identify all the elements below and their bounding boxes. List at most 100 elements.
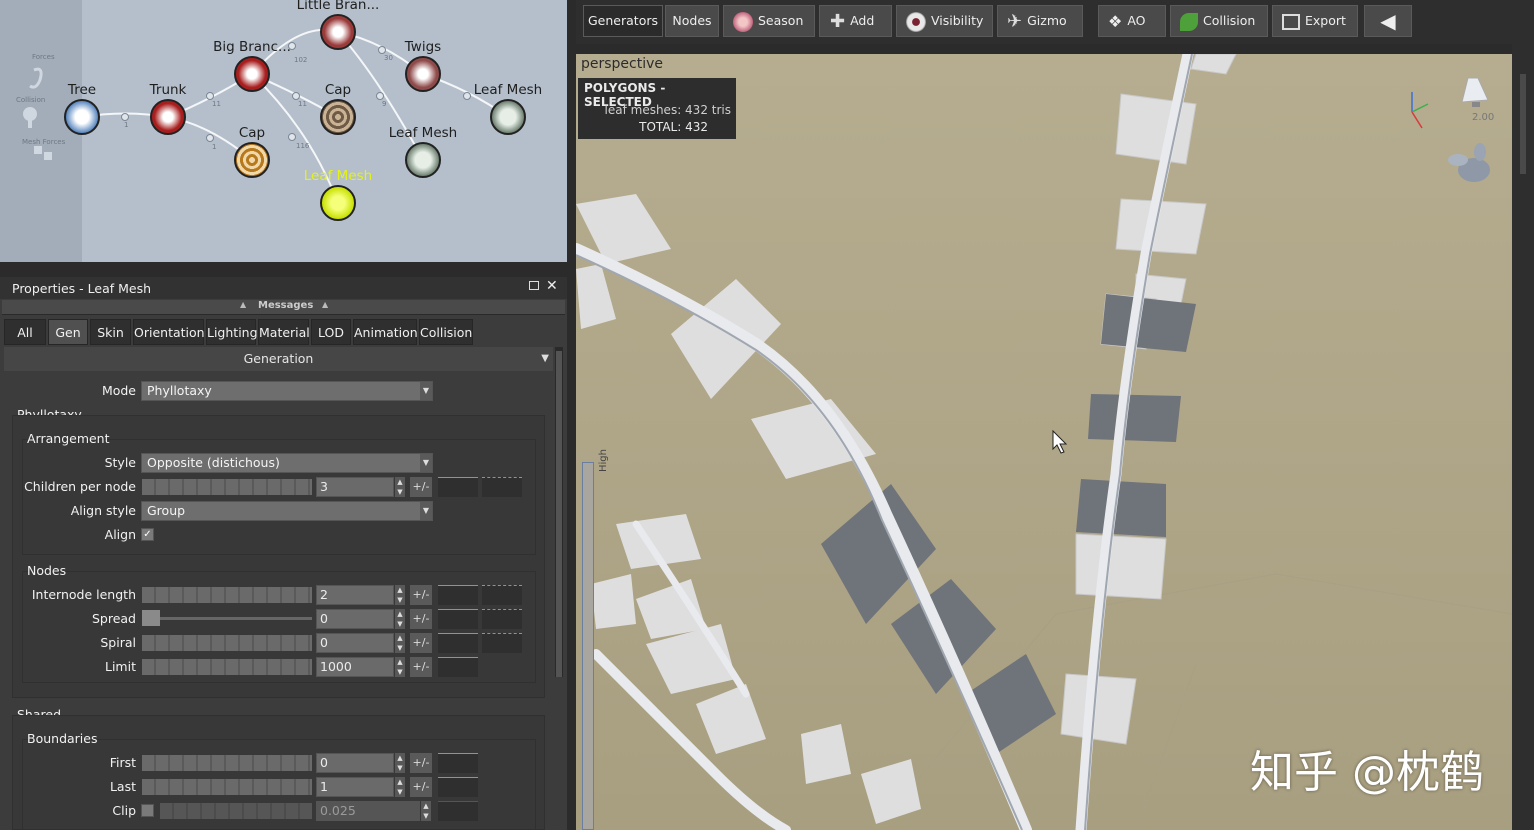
randomize-button[interactable]: +/- — [410, 753, 432, 773]
scrollbar-thumb[interactable] — [556, 351, 562, 677]
stepper-arrows-icon[interactable]: ▲ ▼ — [395, 477, 405, 497]
randomize-button[interactable]: +/- — [410, 657, 432, 677]
clip-input[interactable]: 0.025 — [316, 801, 420, 821]
generation-section-header[interactable]: Generation ▼ — [4, 347, 553, 371]
axis-gizmo-icon[interactable] — [1402, 84, 1442, 134]
ao-button[interactable]: ❖ AO — [1098, 5, 1166, 37]
last-slider[interactable] — [142, 779, 312, 795]
curve-preview[interactable] — [438, 477, 478, 497]
tree-root-node-icon[interactable] — [64, 99, 100, 135]
gizmo-button[interactable]: ✈ Gizmo — [997, 5, 1083, 37]
node-label-leaf-mesh: Leaf Mesh — [388, 125, 458, 141]
twigs-node-icon[interactable] — [405, 56, 441, 92]
internode-length-slider[interactable] — [142, 587, 312, 603]
stepper-arrows-icon[interactable]: ▲ ▼ — [395, 585, 405, 605]
tab-lod[interactable]: LOD — [311, 319, 351, 345]
limit-slider[interactable] — [142, 659, 312, 675]
curve-preview[interactable] — [482, 633, 522, 653]
leaf-mesh-node-icon[interactable] — [405, 142, 441, 178]
properties-scrollbar[interactable] — [555, 347, 563, 677]
add-button[interactable]: ✚ Add — [819, 5, 892, 37]
tab-all[interactable]: All — [4, 319, 46, 345]
spiral-slider[interactable] — [142, 635, 312, 651]
big-branches-node-icon[interactable] — [234, 56, 270, 92]
visibility-button[interactable]: Visibility — [896, 5, 993, 37]
children-per-node-input[interactable]: 3 — [316, 477, 394, 497]
season-button[interactable]: Season — [723, 5, 815, 37]
node-label-leaf-mesh-selected: Leaf Mesh — [303, 168, 373, 184]
spread-slider-track[interactable] — [142, 617, 312, 620]
tab-animation[interactable]: Animation — [353, 319, 418, 345]
style-dropdown[interactable]: Opposite (distichous) ▼ — [141, 453, 433, 473]
tab-collision[interactable]: Collision — [419, 319, 473, 345]
node-graph-panel[interactable]: Forces Collision Mesh Forces 1 11 102 11… — [0, 0, 567, 262]
spread-slider-thumb[interactable] — [142, 610, 160, 626]
export-button[interactable]: Export — [1272, 5, 1358, 37]
generators-button[interactable]: Generators — [583, 5, 663, 37]
clip-slider[interactable] — [160, 803, 312, 819]
float-window-icon[interactable] — [529, 281, 539, 290]
spread-input[interactable]: 0 — [316, 609, 394, 629]
randomize-button[interactable]: +/- — [410, 609, 432, 629]
curve-preview[interactable] — [482, 585, 522, 605]
stepper-arrows-icon[interactable]: ▲ ▼ — [421, 801, 431, 821]
curve-preview[interactable] — [438, 633, 478, 653]
align-checkbox[interactable]: ✓ — [141, 528, 154, 541]
leaf-mesh-node-icon[interactable] — [490, 99, 526, 135]
light-icon[interactable] — [1458, 74, 1498, 114]
randomize-button[interactable]: +/- — [410, 777, 432, 797]
curve-preview[interactable] — [438, 801, 478, 821]
tab-gen[interactable]: Gen — [48, 319, 88, 345]
node-label-tree: Tree — [67, 82, 97, 98]
close-icon[interactable]: ✕ — [546, 278, 558, 294]
edge-count: 11 — [298, 100, 307, 108]
trunk-node-icon[interactable] — [150, 99, 186, 135]
collision-button[interactable]: Collision — [1170, 5, 1268, 37]
mode-dropdown[interactable]: Phyllotaxy ▼ — [141, 381, 433, 401]
clip-checkbox[interactable] — [141, 804, 154, 817]
cap-node-icon[interactable] — [234, 142, 270, 178]
stepper-arrows-icon[interactable]: ▲ ▼ — [395, 753, 405, 773]
right-side-panel[interactable] — [1512, 44, 1534, 830]
stepper-arrows-icon[interactable]: ▲ ▼ — [395, 777, 405, 797]
internode-length-input[interactable]: 2 — [316, 585, 394, 605]
curve-preview[interactable] — [438, 609, 478, 629]
randomize-button[interactable]: +/- — [410, 477, 432, 497]
stepper-arrows-icon[interactable]: ▲ ▼ — [395, 633, 405, 653]
node-label-big-branches: Big Branc... — [213, 39, 291, 55]
stepper-arrows-icon[interactable]: ▲ ▼ — [395, 657, 405, 677]
randomize-button[interactable]: +/- — [410, 633, 432, 653]
tab-skin[interactable]: Skin — [90, 319, 131, 345]
side-scroll-handle[interactable] — [1520, 74, 1526, 174]
first-slider[interactable] — [142, 755, 312, 771]
ao-label: AO — [1127, 13, 1146, 28]
tab-lighting[interactable]: Lighting — [206, 319, 258, 345]
curve-preview[interactable] — [438, 585, 478, 605]
first-input[interactable]: 0 — [316, 753, 394, 773]
nodes-button[interactable]: Nodes — [665, 5, 719, 37]
chevron-down-icon[interactable]: ▼ — [541, 347, 549, 371]
align-style-value: Group — [147, 503, 186, 518]
curve-preview[interactable] — [438, 657, 478, 677]
curve-preview[interactable] — [482, 477, 522, 497]
tab-material[interactable]: Material — [258, 319, 310, 345]
stepper-arrows-icon[interactable]: ▲ ▼ — [395, 609, 405, 629]
curve-preview[interactable] — [438, 753, 478, 773]
height-ruler[interactable] — [582, 462, 594, 830]
tab-orientation[interactable]: Orientation — [133, 319, 205, 345]
align-style-dropdown[interactable]: Group ▼ — [141, 501, 433, 521]
cap-node-icon[interactable] — [320, 99, 356, 135]
limit-input[interactable]: 1000 — [316, 657, 394, 677]
curve-preview[interactable] — [438, 777, 478, 797]
leaf-mesh-selected-node-icon[interactable] — [320, 185, 356, 221]
back-arrow-icon[interactable]: ◀ — [1364, 5, 1412, 37]
randomize-button[interactable]: +/- — [410, 585, 432, 605]
last-input[interactable]: 1 — [316, 777, 394, 797]
little-branches-node-icon[interactable] — [320, 14, 356, 50]
children-per-node-slider[interactable] — [142, 479, 312, 495]
messages-bar[interactable]: ▲ Messages ▲ — [2, 300, 565, 315]
spiral-input[interactable]: 0 — [316, 633, 394, 653]
3d-viewport[interactable]: perspective POLYGONS - SELECTED leaf mes… — [576, 54, 1512, 830]
curve-preview[interactable] — [482, 609, 522, 629]
wind-icon[interactable] — [1444, 138, 1500, 190]
